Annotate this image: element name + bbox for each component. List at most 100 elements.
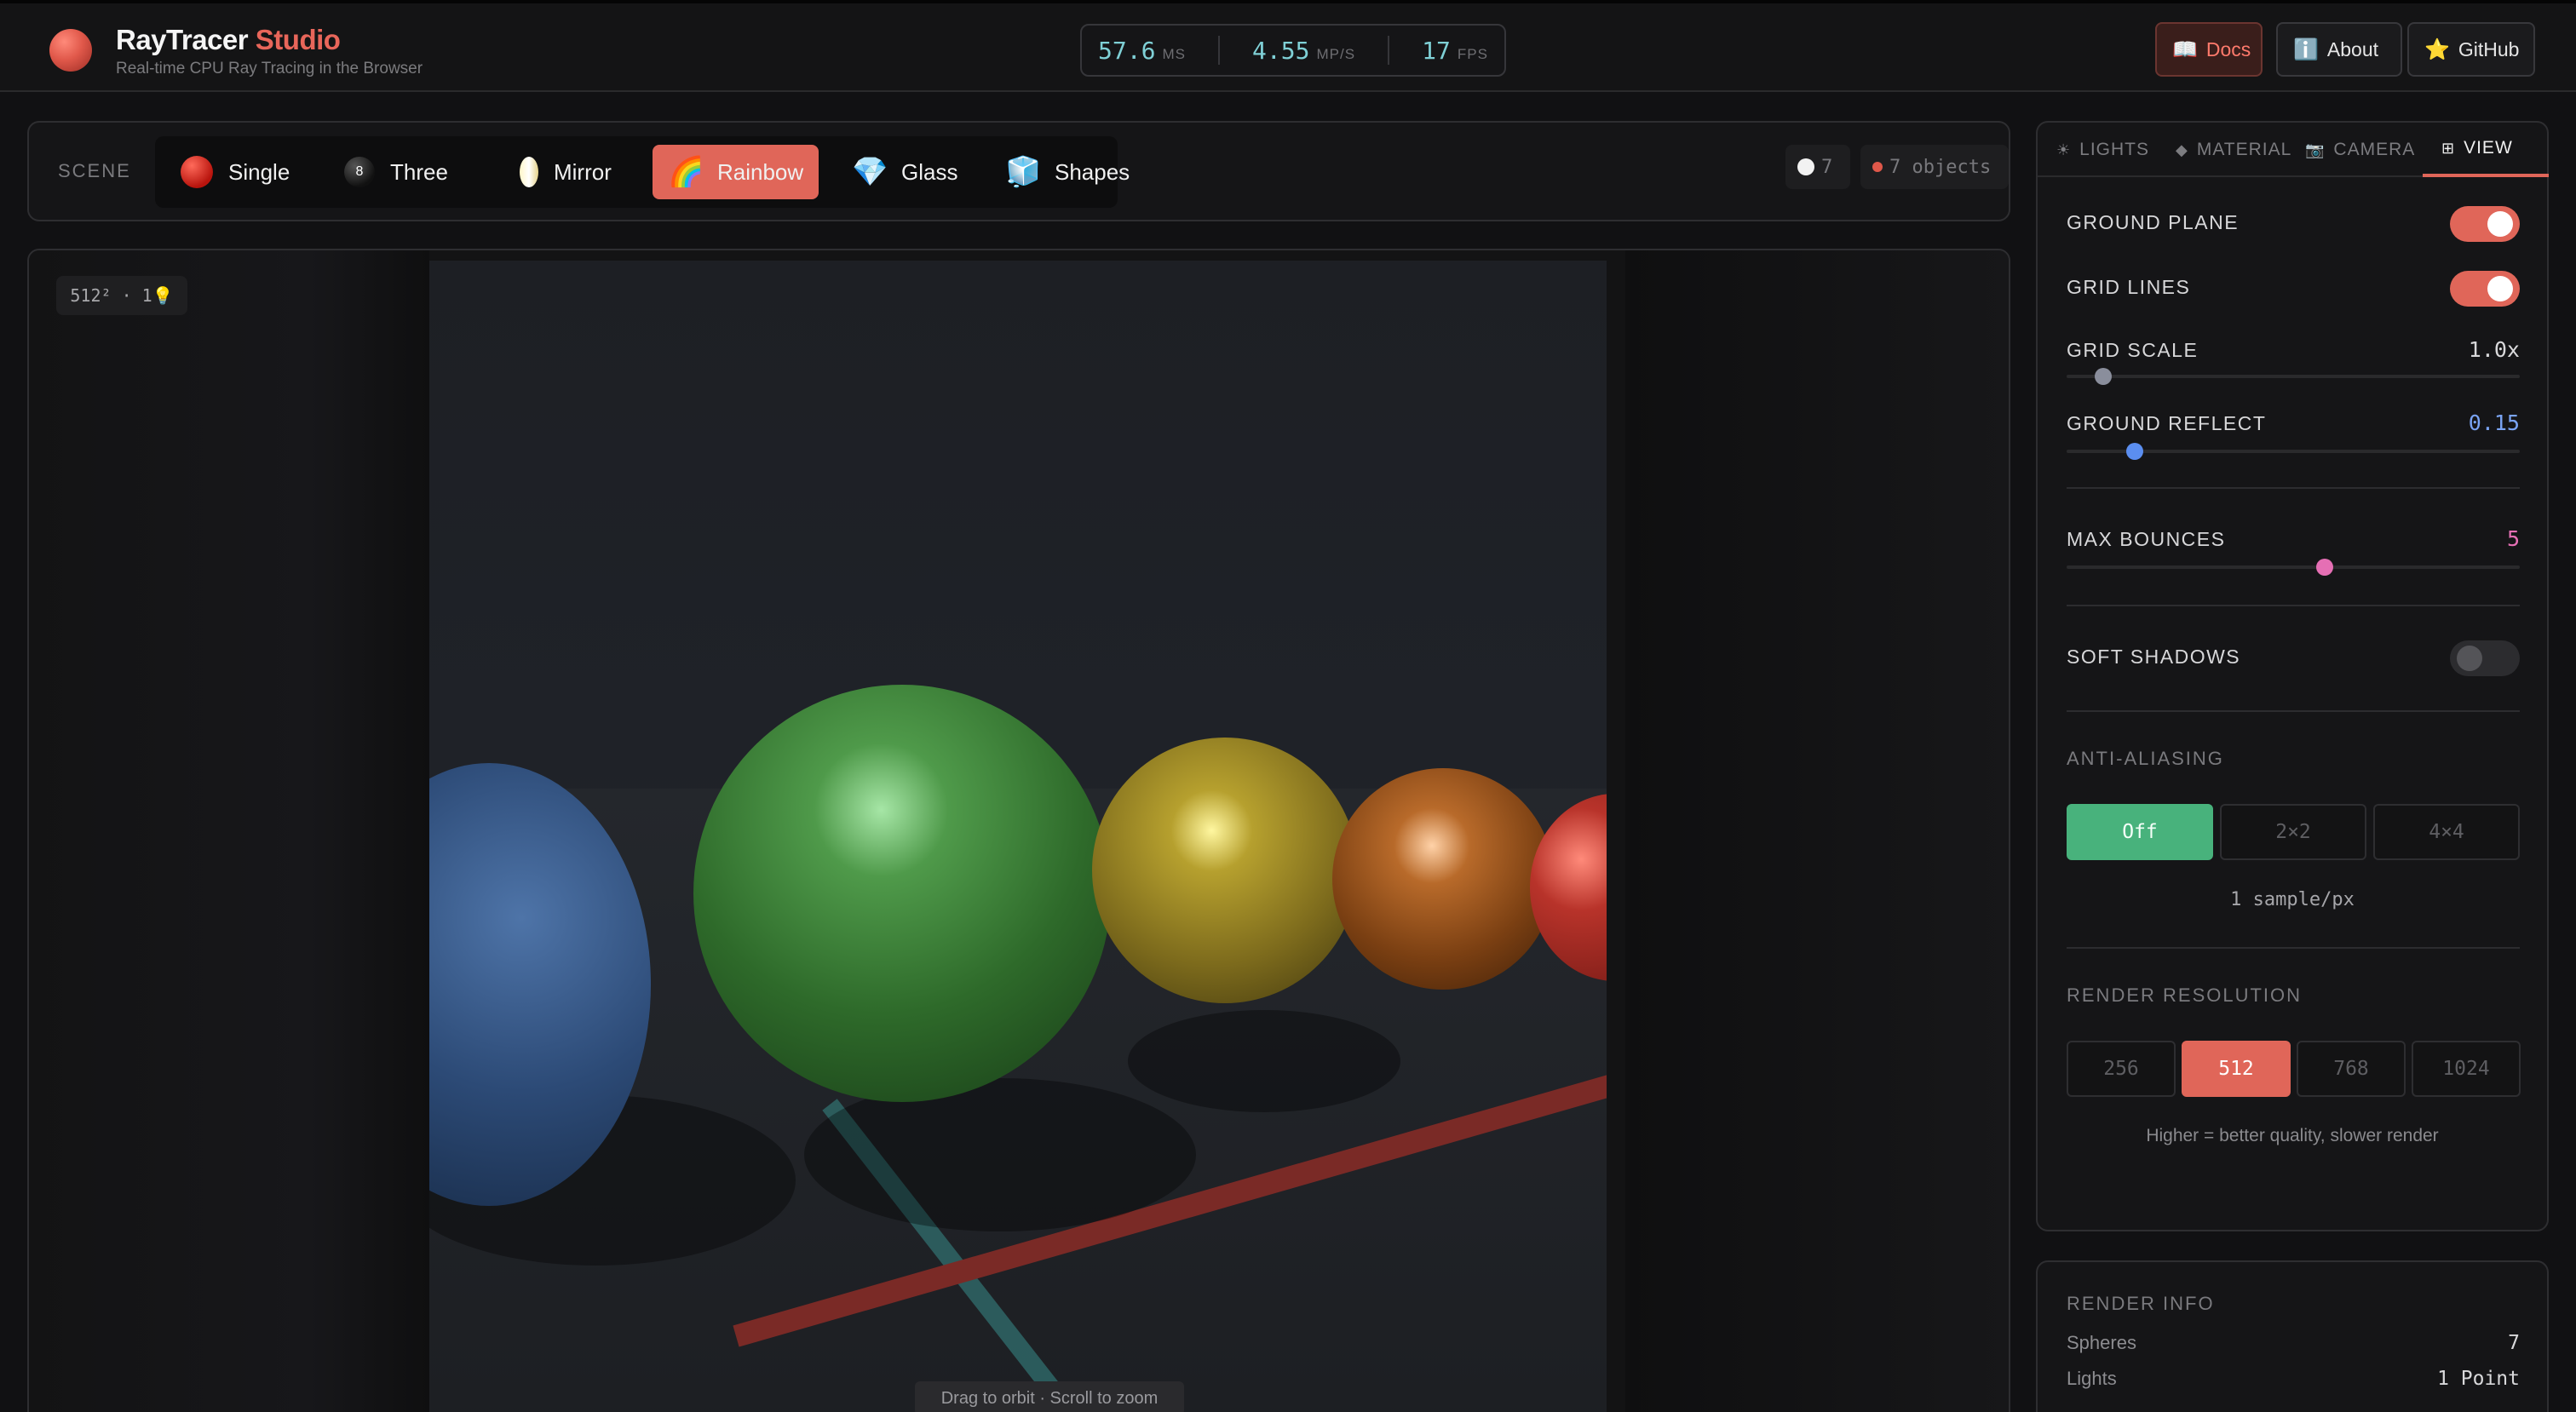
orbit-hint: Drag to orbit · Scroll to zoom (915, 1381, 1184, 1412)
sphere-count: 7 (1821, 156, 1833, 178)
stat-fps: 17 FPS (1422, 37, 1488, 65)
resolution-option-768[interactable]: 768 (2297, 1041, 2406, 1097)
resolution-option-256[interactable]: 256 (2067, 1041, 2176, 1097)
scene-tab-three[interactable]: 8 Three (329, 145, 463, 199)
red-ball-icon (181, 156, 213, 188)
render-viewport[interactable]: 512² · 1💡 Drag to orbit · Scroll to zoom (27, 249, 2010, 1412)
ground-reflect-slider[interactable] (2067, 443, 2520, 460)
scene-tab-rainbow[interactable]: 🌈 Rainbow (653, 145, 819, 199)
ground-reflect-label: GROUND REFLECT (2067, 412, 2267, 434)
github-button[interactable]: ⭐ GitHub (2407, 22, 2535, 77)
tab-label: LIGHTS (2079, 140, 2149, 159)
tab-view[interactable]: ⊞ VIEW (2423, 123, 2549, 177)
aa-option-off[interactable]: Off (2067, 804, 2213, 860)
stat-fps-unit: FPS (1457, 45, 1488, 62)
render-info-card: RENDER INFO Spheres 7 Lights 1 Point (2036, 1260, 2549, 1412)
app-subtitle: Real-time CPU Ray Tracing in the Browser (116, 60, 423, 77)
slider-thumb[interactable] (2125, 443, 2143, 460)
about-button[interactable]: ℹ️ About (2276, 22, 2402, 77)
info-row-spheres: Spheres 7 (2067, 1332, 2520, 1354)
object-count-badge: 7 objects (1860, 145, 2009, 189)
scene-selector-bar: SCENE Single 8 Three Mirror 🌈 Rainbow 💎 … (27, 121, 2010, 221)
stat-mps-value: 4.55 (1252, 36, 1310, 65)
info-value: 7 (2508, 1332, 2520, 1354)
sphere-shadow (804, 1078, 1196, 1231)
viewport-margin-right (1625, 250, 2009, 1412)
grid-scale-label: GRID SCALE (2067, 339, 2199, 361)
info-row-lights: Lights 1 Point (2067, 1368, 2520, 1390)
aa-option-2x2[interactable]: 2×2 (2220, 804, 2366, 860)
green-sphere (693, 685, 1111, 1102)
stat-ms: 57.6 MS (1098, 37, 1186, 65)
rainbow-icon: 🌈 (668, 156, 704, 188)
sun-icon: ☀ (2056, 141, 2072, 158)
eight-ball-icon: 8 (344, 157, 375, 187)
max-bounces-label: MAX BOUNCES (2067, 528, 2226, 550)
performance-stats: 57.6 MS 4.55 MP/S 17 FPS (1080, 24, 1506, 77)
scene-tab-label: Shapes (1055, 158, 1130, 185)
stat-mps-unit: MP/S (1316, 45, 1356, 62)
toggle-knob (2457, 646, 2482, 671)
scene-tab-mirror[interactable]: Mirror (504, 145, 627, 199)
tab-camera[interactable]: 📷 CAMERA (2305, 123, 2415, 177)
scene-tab-label: Three (390, 158, 448, 185)
object-count: 7 objects (1889, 156, 1992, 178)
app-title-accent: Studio (255, 24, 341, 55)
aa-option-4x4[interactable]: 4×4 (2373, 804, 2520, 860)
ground-plane-toggle[interactable] (2450, 206, 2520, 242)
max-bounces-slider[interactable] (2067, 559, 2520, 576)
stat-divider (1388, 36, 1390, 65)
gem-icon: 💎 (852, 156, 888, 188)
yellow-sphere (1092, 738, 1358, 1003)
render-info-label: RENDER INFO (2067, 1293, 2215, 1314)
diamond-icon: ◆ (2176, 141, 2188, 158)
sphere-icon (1797, 158, 1814, 175)
grid-lines-label: GRID LINES (2067, 276, 2191, 298)
slider-thumb[interactable] (2094, 368, 2112, 385)
scene-tab-single[interactable]: Single (165, 145, 305, 199)
scene-tab-glass[interactable]: 💎 Glass (837, 145, 973, 199)
book-icon: 📖 (2172, 37, 2198, 61)
tab-material[interactable]: ◆ MATERIAL (2176, 123, 2291, 177)
sphere-count-badge: 7 (1785, 145, 1850, 189)
info-key: Spheres (2067, 1332, 2136, 1353)
toggle-knob (2487, 211, 2513, 237)
resolution-note: Higher = better quality, slower render (2146, 1126, 2439, 1145)
grid-icon: ⊞ (2441, 139, 2456, 157)
tab-label: MATERIAL (2196, 140, 2292, 159)
ground-reflect-value: 0.15 (2468, 410, 2520, 435)
docs-button[interactable]: 📖 Docs (2155, 22, 2263, 77)
render-resolution-label: RENDER RESOLUTION (2067, 984, 2303, 1006)
info-value: 1 Point (2437, 1368, 2520, 1390)
app-title: RayTracer Studio (116, 24, 341, 56)
slider-thumb[interactable] (2316, 559, 2334, 576)
info-icon: ℹ️ (2293, 37, 2319, 61)
object-dot-icon (1872, 162, 1883, 172)
scene-tab-label: Mirror (554, 158, 612, 185)
grid-scale-slider[interactable] (2067, 368, 2520, 385)
ground-plane-label: GROUND PLANE (2067, 211, 2240, 233)
resolution-option-1024[interactable]: 1024 (2412, 1041, 2521, 1097)
logo-ball-icon (49, 29, 92, 72)
render-canvas[interactable] (429, 261, 1607, 1412)
sphere-shadow (1128, 1010, 1400, 1112)
grid-lines-toggle[interactable] (2450, 271, 2520, 307)
scene-tab-shapes[interactable]: 🧊 Shapes (990, 145, 1145, 199)
soft-shadows-toggle[interactable] (2450, 640, 2520, 676)
resolution-option-512[interactable]: 512 (2182, 1041, 2291, 1097)
soft-shadows-label: SOFT SHADOWS (2067, 646, 2241, 668)
info-key: Lights (2067, 1368, 2117, 1389)
docs-button-label: Docs (2205, 37, 2251, 60)
stat-mps: 4.55 MP/S (1252, 37, 1355, 65)
divider (2067, 487, 2520, 489)
settings-panel: ☀ LIGHTS ◆ MATERIAL 📷 CAMERA ⊞ VIEW GROU… (2036, 121, 2549, 1231)
tab-lights[interactable]: ☀ LIGHTS (2056, 123, 2149, 177)
anti-aliasing-label: ANTI-ALIASING (2067, 748, 2224, 769)
star-icon: ⭐ (2424, 37, 2450, 61)
panel-tabs: ☀ LIGHTS ◆ MATERIAL 📷 CAMERA ⊞ VIEW (2038, 123, 2549, 177)
scene-tab-label: Single (228, 158, 290, 185)
grid-scale-value: 1.0x (2468, 337, 2520, 362)
max-bounces-value: 5 (2506, 526, 2520, 551)
scene-tabs: Single 8 Three Mirror 🌈 Rainbow 💎 Glass … (155, 136, 1130, 208)
aa-note: 1 sample/px (2230, 889, 2355, 910)
